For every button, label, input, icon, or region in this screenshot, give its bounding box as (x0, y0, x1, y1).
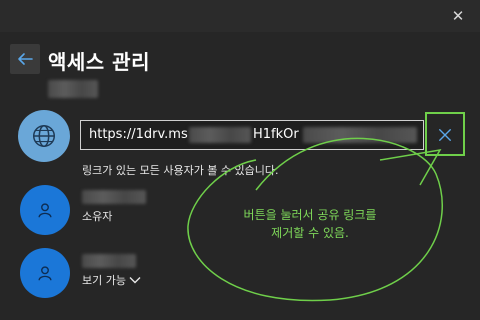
link-url-middle: H1fkOr (253, 127, 299, 142)
redacted-link-segment (303, 127, 417, 143)
remove-link-button[interactable] (430, 120, 460, 150)
annotation-line-1: 버튼을 눌러서 공유 링크를 (243, 208, 377, 222)
annotation-line-2: 제거할 수 있음. (271, 226, 349, 240)
avatar (20, 185, 70, 235)
permission-dropdown[interactable]: 보기 가능 (82, 272, 141, 288)
close-icon (439, 129, 451, 141)
chevron-down-icon (129, 277, 141, 284)
arrow-left-icon (18, 53, 33, 65)
person-icon (38, 203, 52, 218)
avatar (20, 248, 70, 298)
role-owner: 소유자 (82, 210, 113, 223)
permission-label: 보기 가능 (82, 274, 126, 287)
title-bar: ✕ (0, 0, 480, 32)
back-button[interactable] (10, 44, 40, 74)
link-caption: 링크가 있는 모든 사용자가 볼 수 있습니다. (82, 164, 279, 177)
redacted-item-name (48, 80, 98, 98)
redacted-user-name (82, 190, 146, 204)
redacted-link-segment (189, 127, 251, 143)
close-icon: ✕ (451, 7, 465, 25)
globe-icon (18, 110, 70, 162)
page-title: 액세스 관리 (48, 50, 150, 74)
share-link-field[interactable]: https://1drv.ms H1fkOr (80, 120, 424, 150)
window-close-button[interactable]: ✕ (446, 4, 470, 28)
annotation-text: 버튼을 눌러서 공유 링크를 제거할 수 있음. (200, 206, 420, 242)
redacted-user-name (82, 254, 136, 268)
person-icon (38, 266, 52, 281)
link-url-start: https://1drv.ms (89, 127, 188, 142)
